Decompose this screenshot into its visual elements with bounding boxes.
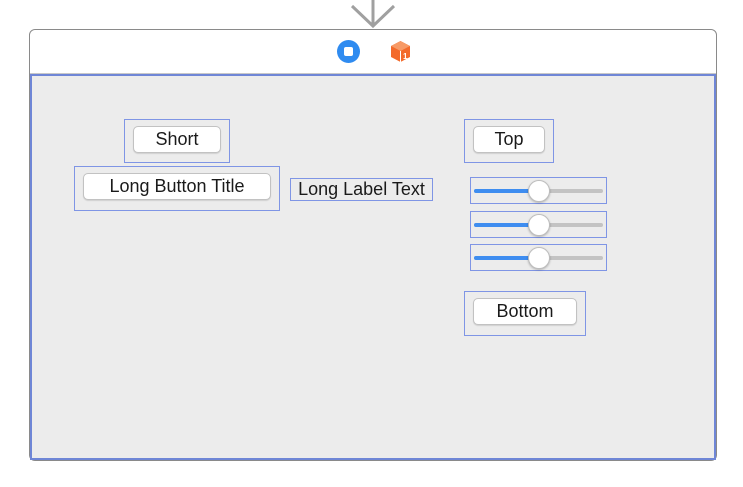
long-label: Long Label Text xyxy=(290,178,433,201)
scene-dock-bar xyxy=(30,30,716,74)
slider-knob[interactable] xyxy=(528,180,550,202)
first-responder-icon[interactable]: 1 xyxy=(389,40,412,63)
bottom-button[interactable]: Bottom xyxy=(473,298,577,325)
slider-knob[interactable] xyxy=(528,214,550,236)
long-button[interactable]: Long Button Title xyxy=(83,173,271,200)
view-controller-icon[interactable] xyxy=(337,40,360,63)
top-button[interactable]: Top xyxy=(473,126,545,153)
slider-2[interactable] xyxy=(470,211,607,238)
short-button[interactable]: Short xyxy=(133,126,221,153)
svg-text:1: 1 xyxy=(403,52,408,61)
entry-arrow-icon xyxy=(350,0,396,29)
slider-knob[interactable] xyxy=(528,247,550,269)
slider-1[interactable] xyxy=(470,177,607,204)
slider-3[interactable] xyxy=(470,244,607,271)
